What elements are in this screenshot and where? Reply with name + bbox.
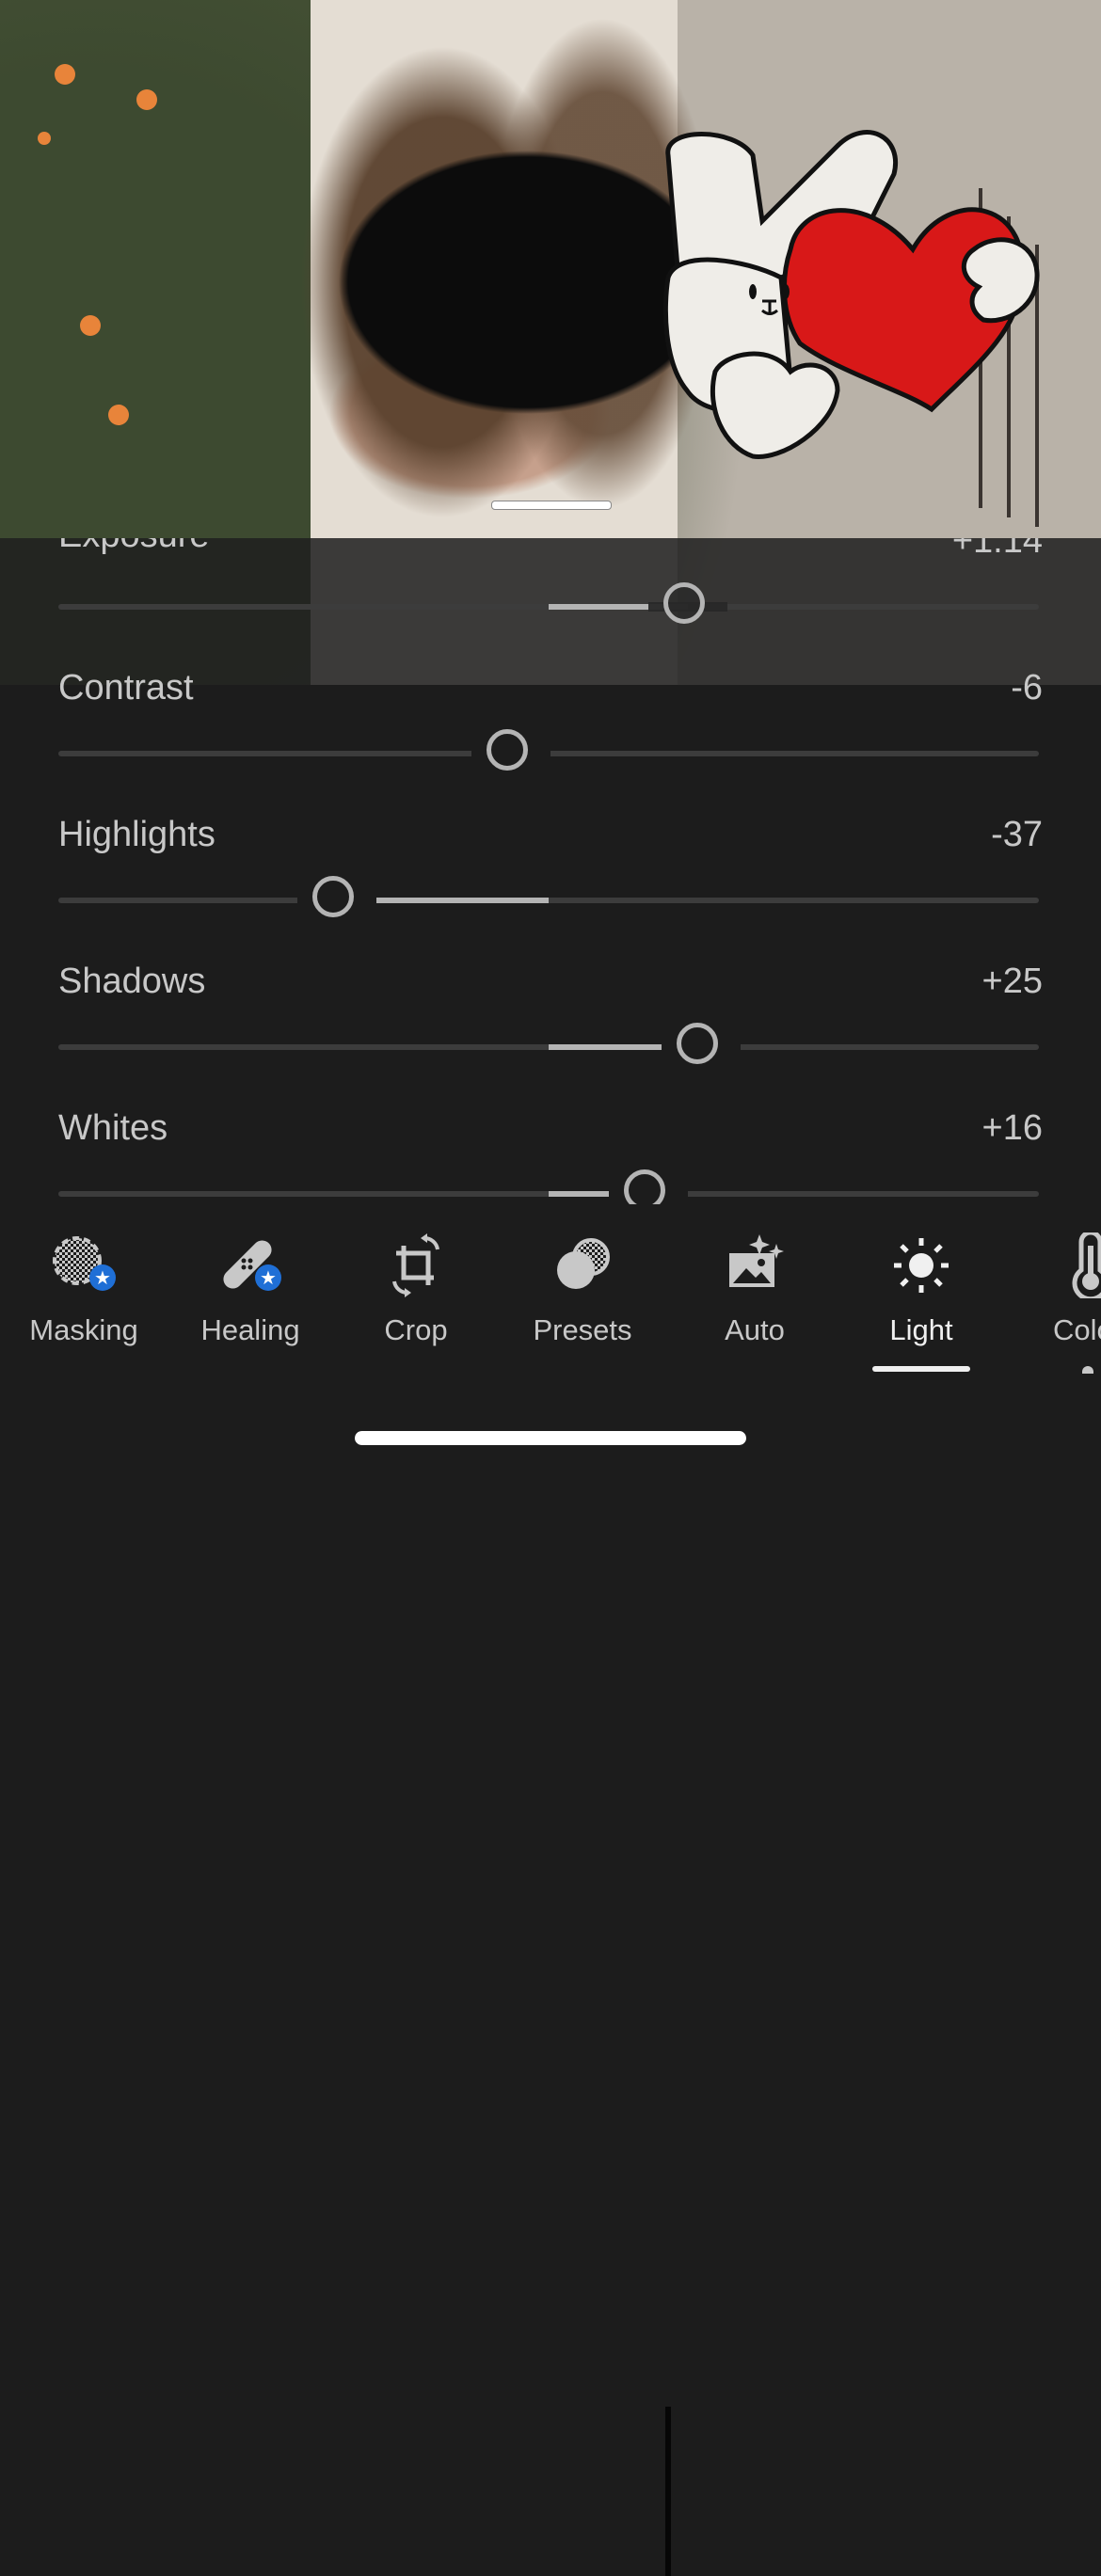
bunny-paw: [961, 237, 1040, 324]
edit-toolbar: ★ Masking ★ Healing Crop Presets Auto Li…: [0, 1204, 1101, 2576]
slider-thumb[interactable]: [662, 582, 705, 624]
flower: [108, 405, 129, 425]
panel-grab-handle[interactable]: [491, 501, 612, 510]
tool-label: Healing: [200, 1313, 300, 1346]
slider-label: Highlights: [58, 815, 215, 854]
slider-thumb[interactable]: [311, 876, 354, 917]
slider-label: Contrast: [58, 668, 194, 708]
slider-exposure: Exposure +1.14: [0, 538, 1101, 668]
presets-icon: [557, 1238, 610, 1289]
tool-light[interactable]: Light: [841, 1204, 1001, 1374]
tool-label: Masking: [29, 1313, 138, 1346]
active-tab-indicator: [872, 1366, 970, 1372]
slider-track[interactable]: [58, 898, 1039, 903]
light-adjustments-panel: Exposure +1.14 Contrast -6 Highlights -37 Shad…: [0, 538, 1101, 1204]
flower: [136, 89, 157, 110]
slider-label: Shadows: [58, 962, 206, 1001]
tool-healing[interactable]: ★ Healing: [170, 1204, 330, 1374]
slider-thumb[interactable]: [487, 729, 529, 771]
tool-label: Color: [1052, 1313, 1101, 1346]
slider-highlights: Highlights -37: [0, 815, 1101, 962]
tool-masking[interactable]: ★ Masking: [4, 1204, 164, 1374]
bunny-paw: [710, 351, 840, 459]
light-icon: [894, 1238, 949, 1293]
bunny-eye: [749, 284, 757, 299]
slider-value[interactable]: -37: [991, 815, 1043, 855]
tool-label: Light: [889, 1313, 953, 1346]
home-indicator[interactable]: [355, 1431, 746, 1445]
slider-contrast: Contrast -6: [0, 668, 1101, 815]
bunny-eye: [782, 284, 790, 299]
tool-presets[interactable]: Presets: [503, 1204, 662, 1374]
bunny-heart-sticker[interactable]: [649, 118, 1045, 470]
auto-icon: [729, 1234, 784, 1287]
premium-star-badge: ★: [89, 1264, 116, 1291]
slider-label: Whites: [58, 1108, 168, 1148]
tool-crop[interactable]: Crop: [336, 1204, 496, 1374]
slider-shadows: Shadows +25: [0, 962, 1101, 1108]
flower: [80, 315, 101, 336]
slider-thumb[interactable]: [624, 1169, 666, 1204]
tool-auto[interactable]: Auto: [675, 1204, 835, 1374]
tool-label: Presets: [533, 1313, 632, 1346]
premium-star-badge: ★: [255, 1264, 281, 1291]
flower: [38, 132, 51, 145]
tool-label: Crop: [384, 1313, 448, 1346]
slider-thumb[interactable]: [676, 1023, 718, 1064]
color-icon: [1072, 1232, 1101, 1298]
crop-icon: [392, 1233, 439, 1297]
slider-value[interactable]: +1.14: [952, 538, 1043, 562]
toolbar-divider: [665, 2407, 671, 2576]
slider-value[interactable]: +25: [982, 962, 1043, 1002]
flower: [55, 64, 75, 85]
slider-label: Exposure: [58, 538, 210, 556]
tool-color[interactable]: Color: [1008, 1204, 1101, 1374]
slider-value[interactable]: +16: [982, 1108, 1043, 1149]
modified-indicator-dot: [1082, 1366, 1093, 1374]
slider-whites: Whites +16: [0, 1108, 1101, 1204]
slider-value[interactable]: -6: [1011, 668, 1043, 708]
tool-label: Auto: [725, 1313, 785, 1346]
